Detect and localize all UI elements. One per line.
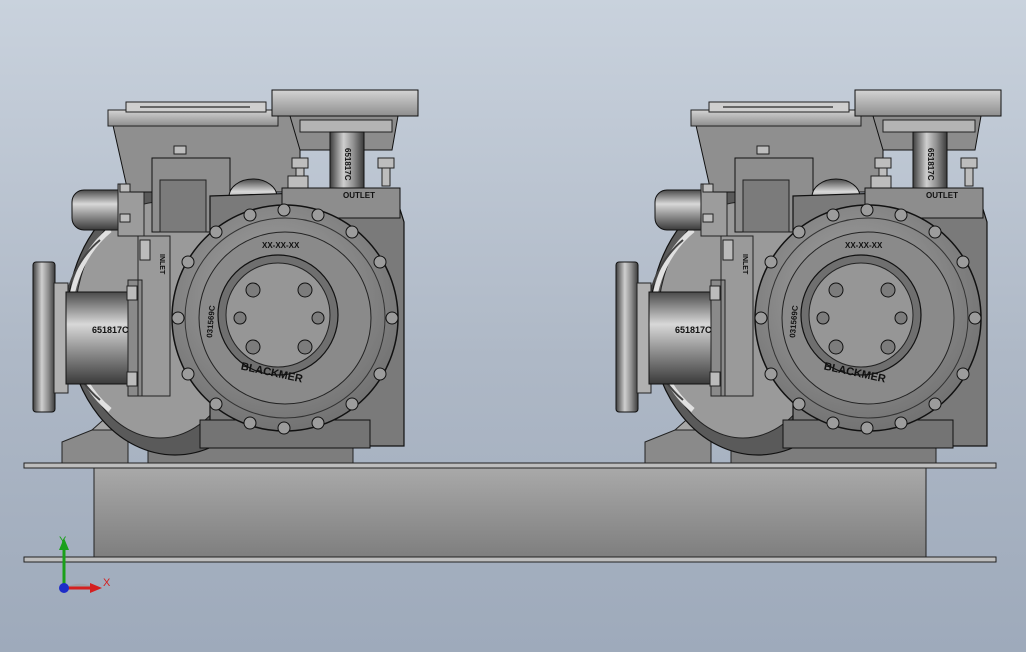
casing-mark: XX-XX-XX	[262, 241, 300, 250]
part-code-top: 651817C	[926, 148, 935, 181]
inlet-label: INLET	[741, 254, 748, 275]
outlet-label: OUTLET	[343, 191, 375, 200]
inlet-label: INLET	[158, 254, 165, 275]
part-code-inlet: 651817C	[92, 325, 129, 335]
outlet-label: OUTLET	[926, 191, 958, 200]
model-view[interactable]: OUTLET INLET 651817C 651817C 031569C XX-…	[0, 0, 1026, 652]
pump-assembly-right[interactable]: OUTLET INLET 651817C 651817C 031569C XX-…	[616, 90, 1001, 463]
casing-mark: XX-XX-XX	[845, 241, 883, 250]
x-axis-label: X	[103, 577, 111, 589]
y-axis-label: Y	[59, 535, 67, 547]
pump-assembly-left[interactable]: OUTLET INLET 651817C 651817C 031569C XX-…	[33, 90, 418, 463]
cad-graphics-viewport[interactable]: OUTLET INLET 651817C 651817C 031569C XX-…	[0, 0, 1026, 652]
part-code-top: 651817C	[343, 148, 352, 181]
part-code-inlet: 651817C	[675, 325, 712, 335]
x-axis-arrowhead	[90, 583, 102, 593]
skid-base	[23, 462, 997, 563]
z-axis-dot	[59, 583, 69, 593]
